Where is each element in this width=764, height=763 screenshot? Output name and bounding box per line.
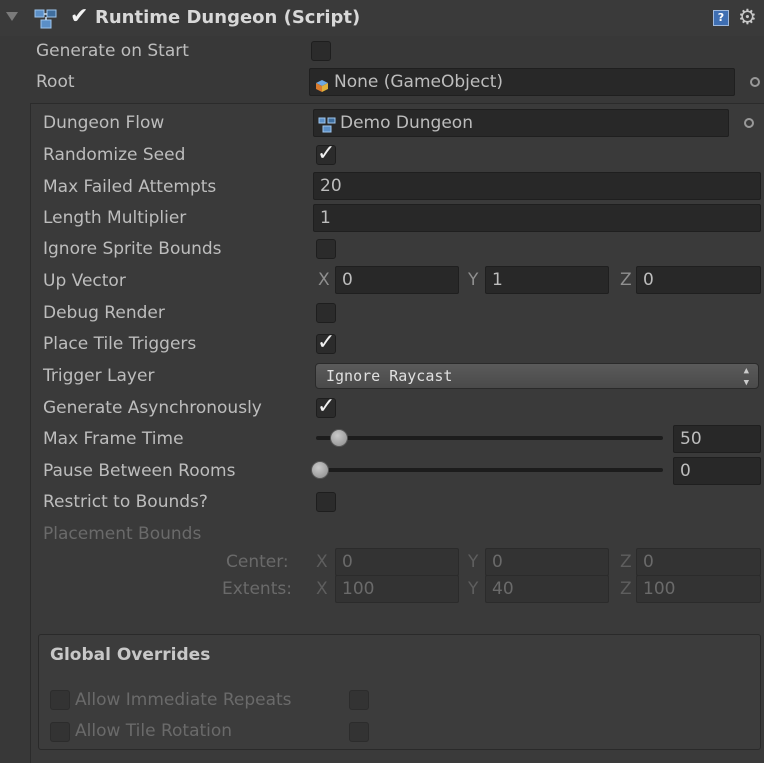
- extents-z-field: 100: [636, 575, 761, 603]
- center-z-field: 0: [636, 548, 761, 576]
- max-frame-time-field[interactable]: 50: [673, 425, 761, 453]
- dungeon-flow-icon: [318, 115, 336, 133]
- ignore-sprite-bounds-label: Ignore Sprite Bounds: [43, 239, 222, 259]
- component-enabled-checkbox[interactable]: ✔: [70, 6, 88, 28]
- gear-icon[interactable]: ⚙: [738, 5, 757, 29]
- root-label: Root: [36, 72, 75, 92]
- script-icon: [34, 8, 58, 30]
- extents-x-label: X: [316, 579, 328, 599]
- dungeon-flow-field[interactable]: Demo Dungeon: [313, 109, 729, 137]
- up-vector-y-field[interactable]: 1: [485, 266, 609, 294]
- placement-extents-label: Extents:: [222, 579, 292, 599]
- up-vector-label: Up Vector: [43, 271, 126, 291]
- generate-async-checkbox[interactable]: ✓: [316, 396, 336, 418]
- up-vector-z-label: Z: [620, 270, 632, 290]
- randomize-seed-label: Randomize Seed: [43, 145, 186, 165]
- placement-center-label: Center:: [226, 552, 289, 572]
- allow-tile-rotation-label: Allow Tile Rotation: [75, 721, 233, 741]
- pause-between-rooms-label: Pause Between Rooms: [43, 461, 236, 481]
- dropdown-arrows-icon: ▲ ▼: [743, 366, 749, 388]
- max-frame-time-slider-handle[interactable]: [330, 429, 348, 447]
- trigger-layer-label: Trigger Layer: [43, 366, 155, 386]
- root-object-field[interactable]: None (GameObject): [309, 68, 735, 96]
- extents-y-label: Y: [468, 579, 479, 599]
- pause-between-rooms-field[interactable]: 0: [673, 457, 761, 485]
- restrict-to-bounds-label: Restrict to Bounds?: [43, 492, 208, 512]
- max-failed-attempts-label: Max Failed Attempts: [43, 177, 217, 197]
- generate-on-start-checkbox[interactable]: [311, 41, 331, 61]
- global-overrides-title: Global Overrides: [50, 645, 211, 665]
- trigger-layer-value: Ignore Raycast: [326, 367, 453, 385]
- debug-render-checkbox[interactable]: [316, 303, 336, 323]
- up-vector-y-label: Y: [468, 270, 479, 290]
- pause-between-rooms-slider-handle[interactable]: [311, 461, 329, 479]
- center-y-field: 0: [485, 548, 609, 576]
- root-object-value: None (GameObject): [334, 72, 503, 92]
- allow-tile-rotation-checkbox: [349, 722, 369, 742]
- length-multiplier-label: Length Multiplier: [43, 208, 187, 228]
- placement-bounds-label: Placement Bounds: [43, 524, 202, 544]
- allow-immediate-repeats-checkbox: [349, 690, 369, 710]
- center-x-field: 0: [335, 548, 459, 576]
- help-icon[interactable]: ?: [713, 10, 729, 26]
- component-title: Runtime Dungeon (Script): [95, 7, 361, 28]
- generate-async-label: Generate Asynchronously: [43, 398, 262, 418]
- randomize-seed-checkbox[interactable]: ✓: [316, 143, 336, 165]
- place-tile-triggers-checkbox[interactable]: ✓: [316, 332, 336, 354]
- up-vector-x-label: X: [318, 270, 330, 290]
- max-frame-time-label: Max Frame Time: [43, 429, 184, 449]
- foldout-arrow-icon[interactable]: [6, 12, 18, 21]
- place-tile-triggers-label: Place Tile Triggers: [43, 334, 197, 354]
- max-frame-time-slider-track[interactable]: [316, 436, 663, 440]
- generate-on-start-label: Generate on Start: [36, 41, 189, 61]
- trigger-layer-dropdown[interactable]: Ignore Raycast ▲ ▼: [315, 363, 759, 389]
- center-x-label: X: [316, 552, 328, 572]
- restrict-to-bounds-checkbox[interactable]: [316, 492, 336, 512]
- extents-z-label: Z: [620, 579, 632, 599]
- object-picker-icon[interactable]: [750, 77, 760, 87]
- debug-render-label: Debug Render: [43, 303, 165, 323]
- center-y-label: Y: [468, 552, 479, 572]
- ignore-sprite-bounds-checkbox[interactable]: [316, 239, 336, 259]
- extents-y-field: 40: [485, 575, 609, 603]
- allow-immediate-repeats-label: Allow Immediate Repeats: [75, 690, 292, 710]
- allow-tile-rotation-override-checkbox: [50, 722, 70, 742]
- object-picker-icon[interactable]: [744, 118, 754, 128]
- extents-x-field: 100: [335, 575, 459, 603]
- dungeon-flow-label: Dungeon Flow: [43, 113, 165, 133]
- max-failed-attempts-field[interactable]: 20: [313, 172, 761, 200]
- dungeon-flow-value: Demo Dungeon: [340, 113, 473, 133]
- pause-between-rooms-slider-track[interactable]: [316, 468, 663, 472]
- up-vector-z-field[interactable]: 0: [636, 266, 761, 294]
- center-z-label: Z: [620, 552, 632, 572]
- up-vector-x-field[interactable]: 0: [335, 266, 459, 294]
- length-multiplier-field[interactable]: 1: [313, 204, 761, 232]
- gameobject-icon: [315, 75, 329, 92]
- allow-immediate-repeats-override-checkbox: [50, 690, 70, 710]
